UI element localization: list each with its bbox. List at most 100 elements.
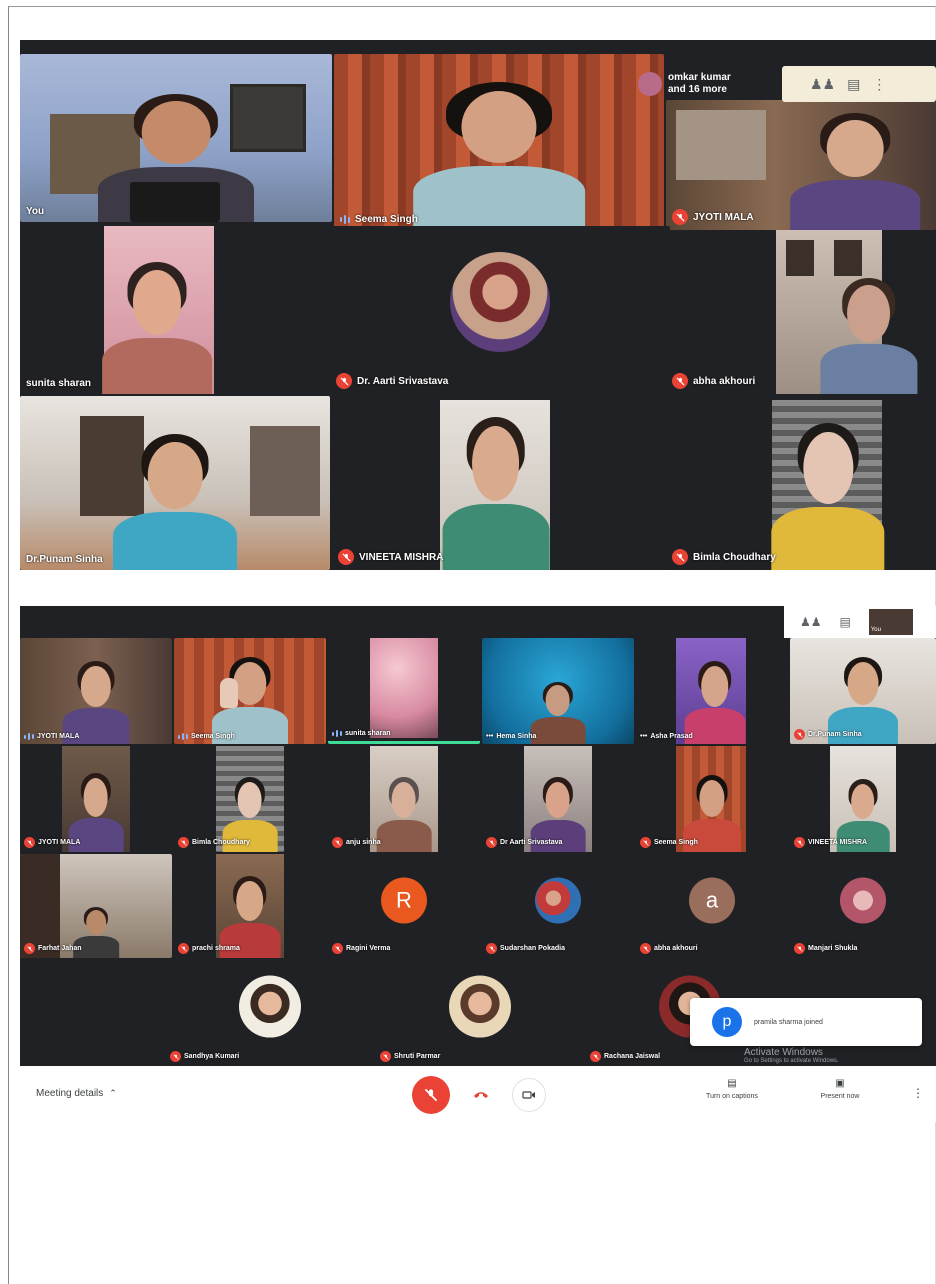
participant-name: JYOTI MALA [38, 839, 81, 846]
avatar-letter: p [722, 1013, 732, 1030]
participant-tile: Dr.Punam Sinha [790, 638, 936, 744]
participant-tile: Manjari Shukla [790, 854, 936, 958]
participant-tile: Shruti Parmar [376, 962, 584, 1066]
mic-off-icon [24, 943, 35, 954]
joined-notification: omkar kumar and 16 more [638, 66, 788, 102]
participant-tile: VINEETA MISHRA [790, 746, 936, 852]
mic-off-icon [590, 1051, 601, 1062]
mic-off-icon [640, 837, 651, 848]
meeting-details-button[interactable]: Meeting details ⌃ [36, 1088, 117, 1099]
self-label: You [870, 627, 881, 633]
participant-name: JYOTI MALA [693, 211, 754, 223]
mic-off-icon [672, 209, 688, 225]
participant-tile-you: You [20, 54, 332, 222]
participant-tile: Seema Singh [174, 638, 326, 744]
meet-screenshot-top: You Seema Singh JYOTI MALA omkar kumar a… [20, 40, 936, 570]
more-options-icon[interactable]: ⋮ [912, 1086, 924, 1100]
people-icon[interactable]: ♟♟ [800, 615, 822, 629]
participant-name: VINEETA MISHRA [808, 839, 868, 846]
mic-off-icon [424, 1088, 438, 1102]
participant-tile: Farhat Jahan [20, 854, 172, 958]
avatar-letter: R [396, 887, 412, 913]
speaking-indicator-icon [332, 730, 342, 737]
camera-icon [522, 1091, 535, 1099]
participant-name: Sandhya Kumari [184, 1053, 240, 1060]
participant-tile: anju sinha [328, 746, 480, 852]
mic-off-icon [338, 549, 354, 565]
participant-tile: Sandhya Kumari [166, 962, 374, 1066]
leave-call-button[interactable] [464, 1078, 498, 1112]
present-icon: ▣ [835, 1078, 845, 1089]
mic-off-icon [486, 943, 497, 954]
people-icon[interactable]: ♟♟ [810, 76, 835, 93]
participant-name: Asha Prasad [650, 733, 693, 740]
participant-tile: a abha akhouri [636, 854, 788, 958]
chat-icon[interactable]: ▤ [840, 615, 851, 629]
participant-tile: Dr Aarti Srivastava [482, 746, 634, 852]
participant-name: Dr Aarti Srivastava [500, 839, 563, 846]
participant-name: Manjari Shukla [808, 945, 858, 952]
present-now-button[interactable]: ▣ Present now [814, 1078, 866, 1100]
hang-up-icon [474, 1092, 488, 1098]
participant-tile: Seema Singh [636, 746, 788, 852]
participant-name: Bimla Choudhary [192, 839, 250, 846]
participant-tile-seema: Seema Singh [334, 54, 664, 230]
captions-button[interactable]: ▤ Turn on captions [704, 1078, 760, 1100]
mic-off-icon [336, 373, 352, 389]
mic-off-icon [178, 943, 189, 954]
participant-tile: ••• Hema Sinha [482, 638, 634, 744]
participant-name: Seema Singh [654, 839, 698, 846]
toast-text: pramila sharma joined [754, 1018, 823, 1026]
participant-name: Farhat Jahan [38, 945, 82, 952]
join-toast: p pramila sharma joined [690, 998, 922, 1046]
captions-label: Turn on captions [706, 1093, 758, 1100]
meeting-details-label: Meeting details [36, 1088, 104, 1099]
mic-off-icon [672, 549, 688, 565]
mic-off-icon [380, 1051, 391, 1062]
mic-off-icon [794, 837, 805, 848]
avatar [450, 252, 550, 352]
participant-name: Dr.Punam Sinha [26, 554, 103, 565]
participant-name: You [26, 206, 45, 217]
avatar [638, 72, 662, 96]
participant-name: Dr.Punam Sinha [808, 731, 862, 738]
avatar: p [712, 1007, 742, 1037]
participant-tile-punam: Dr.Punam Sinha [20, 396, 330, 570]
captions-icon: ▤ [727, 1078, 737, 1089]
joined-text: omkar kumar [668, 72, 731, 83]
more-options-icon[interactable]: ⋮ [872, 76, 886, 93]
participant-tile-aarti: Dr. Aarti Srivastava [330, 226, 670, 394]
speaking-indicator-icon [24, 733, 34, 740]
mic-off-icon [794, 943, 805, 954]
participant-tile-bimla: Bimla Choudhary [666, 396, 936, 570]
meeting-controls-bar: Meeting details ⌃ ▤ Turn on captions ▣ P… [20, 1066, 936, 1122]
participant-tile-vineeta: VINEETA MISHRA [332, 396, 666, 570]
participant-tile: sunita sharan [328, 638, 480, 744]
avatar-letter: a [705, 887, 719, 913]
camera-toggle-button[interactable] [512, 1078, 546, 1112]
mic-off-icon [24, 837, 35, 848]
mic-toggle-button[interactable] [412, 1076, 450, 1114]
avatar [239, 975, 301, 1038]
avatar: R [381, 877, 427, 924]
participant-name: Seema Singh [355, 214, 418, 225]
watermark-line: Go to Settings to activate Windows. [744, 1058, 839, 1064]
mic-off-icon [178, 837, 189, 848]
participant-name: Bimla Choudhary [693, 551, 776, 563]
mic-off-icon [640, 943, 651, 954]
mic-off-icon [794, 729, 805, 740]
participant-name: sunita sharan [345, 730, 391, 737]
participant-name: abha akhouri [693, 375, 756, 387]
more-dots-icon: ••• [486, 733, 494, 740]
participant-name: JYOTI MALA [37, 733, 80, 740]
participant-tile-abha: abha akhouri [666, 230, 936, 394]
top-controls: ♟♟ ▤ ⋮ [782, 66, 936, 102]
meet-screenshot-bottom: ♟♟ ▤ You JYOTI MALA Seema Singh sunita s… [20, 606, 936, 1066]
chat-icon[interactable]: ▤ [847, 76, 860, 93]
avatar [840, 877, 886, 924]
participant-name: Dr. Aarti Srivastava [357, 375, 449, 387]
avatar: a [689, 877, 735, 924]
speaking-indicator-icon [340, 215, 350, 224]
top-controls: ♟♟ ▤ You [784, 606, 936, 638]
mic-off-icon [672, 373, 688, 389]
